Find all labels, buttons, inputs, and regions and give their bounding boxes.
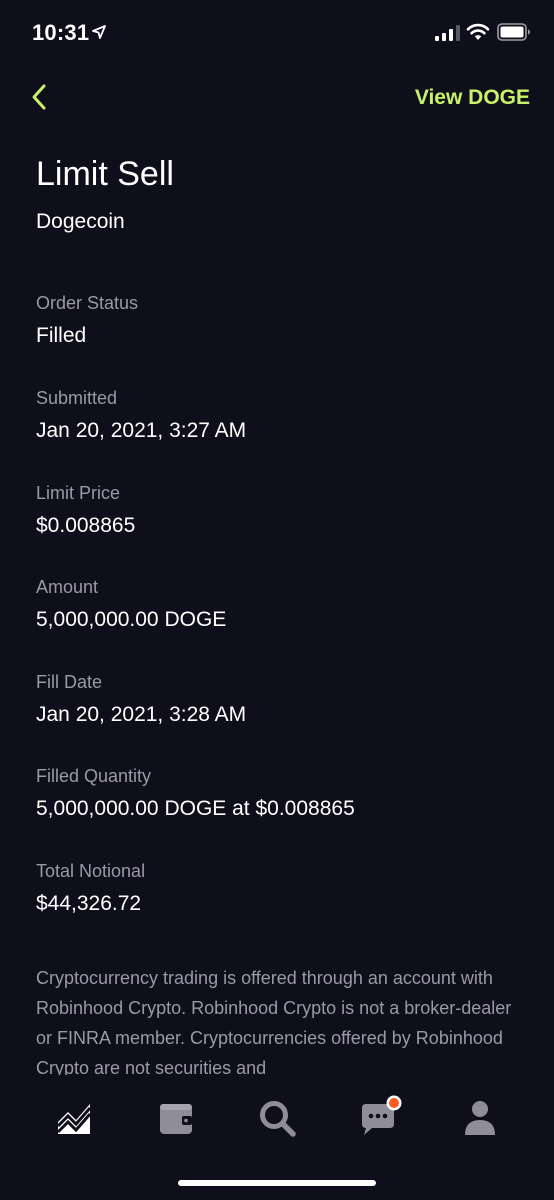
back-button[interactable] (26, 82, 56, 112)
order-title: Limit Sell (36, 155, 174, 193)
messages-icon (362, 1095, 402, 1135)
field-value: 5,000,000.00 DOGE at $0.008865 (36, 797, 355, 820)
order-asset: Dogecoin (36, 210, 125, 233)
field-value: $0.008865 (36, 514, 136, 537)
field-fill-date: Fill Date Jan 20, 2021, 3:28 AM (36, 672, 526, 727)
field-label: Order Status (36, 293, 139, 313)
disclaimer-text: Cryptocurrency trading is offered throug… (36, 968, 512, 1075)
home-indicator[interactable] (178, 1180, 376, 1186)
location-arrow-icon (92, 25, 106, 39)
field-label: Limit Price (36, 483, 121, 503)
tab-investing[interactable] (54, 1098, 94, 1138)
tab-wallet[interactable] (156, 1098, 196, 1138)
tab-messages[interactable] (358, 1095, 402, 1138)
cellular-signal-icon (435, 25, 460, 41)
field-amount: Amount 5,000,000.00 DOGE (36, 577, 526, 632)
field-value: Jan 20, 2021, 3:28 AM (36, 703, 247, 726)
tab-search[interactable] (257, 1098, 297, 1138)
field-order-status: Order Status Filled (36, 293, 526, 348)
field-label: Amount (36, 577, 99, 597)
field-limit-price: Limit Price $0.008865 (36, 483, 526, 538)
field-submitted: Submitted Jan 20, 2021, 3:27 AM (36, 388, 526, 443)
wifi-icon (466, 23, 490, 40)
chevron-left-icon (32, 84, 46, 110)
battery-icon (497, 23, 530, 41)
tab-account[interactable] (460, 1098, 500, 1138)
field-value: 5,000,000.00 DOGE (36, 608, 227, 631)
field-filled-quantity: Filled Quantity 5,000,000.00 DOGE at $0.… (36, 766, 526, 821)
wallet-icon (160, 1104, 192, 1134)
chart-icon (56, 1104, 92, 1134)
field-label: Fill Date (36, 672, 103, 692)
field-label: Total Notional (36, 861, 146, 881)
field-value: Filled (36, 324, 87, 347)
field-value: $44,326.72 (36, 892, 142, 915)
profile-icon (465, 1101, 495, 1135)
notification-dot-icon (389, 1098, 399, 1108)
field-label: Filled Quantity (36, 766, 152, 786)
search-icon (260, 1101, 296, 1137)
view-doge-link[interactable]: View DOGE (415, 86, 530, 110)
field-value: Jan 20, 2021, 3:27 AM (36, 419, 247, 442)
field-label: Submitted (36, 388, 118, 408)
status-time: 10:31 (32, 20, 90, 45)
field-total-notional: Total Notional $44,326.72 (36, 861, 526, 916)
status-bar: 10:31 (0, 0, 554, 64)
